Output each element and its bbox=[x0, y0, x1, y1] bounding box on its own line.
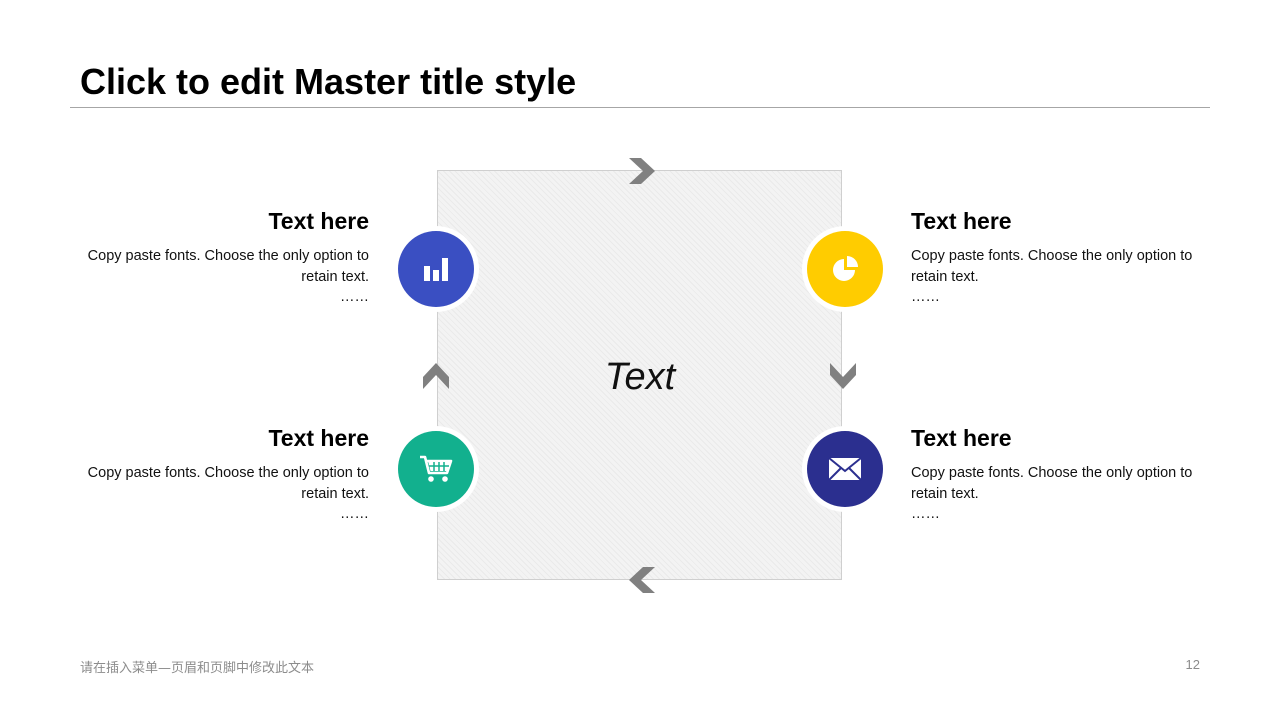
block-heading[interactable]: Text here bbox=[79, 207, 369, 235]
footer-text[interactable]: 请在插入菜单—页眉和页脚中修改此文本 bbox=[80, 657, 314, 676]
shopping-cart-badge bbox=[398, 431, 474, 507]
block-ellipsis: …… bbox=[340, 289, 369, 305]
text-block-top-right: Text here Copy paste fonts. Choose the o… bbox=[911, 207, 1201, 306]
center-text[interactable]: Text bbox=[540, 352, 740, 402]
arrow-right-icon bbox=[627, 156, 657, 186]
block-heading[interactable]: Text here bbox=[911, 424, 1201, 452]
block-ellipsis: …… bbox=[911, 289, 940, 305]
bar-chart-icon bbox=[422, 255, 450, 283]
pie-chart-badge bbox=[807, 231, 883, 307]
slide-title[interactable]: Click to edit Master title style bbox=[80, 58, 576, 106]
arrow-down-icon bbox=[828, 361, 858, 391]
block-heading[interactable]: Text here bbox=[79, 424, 369, 452]
shopping-cart-icon bbox=[419, 454, 453, 484]
block-ellipsis: …… bbox=[911, 506, 940, 522]
block-heading[interactable]: Text here bbox=[911, 207, 1201, 235]
envelope-badge bbox=[807, 431, 883, 507]
block-ellipsis: …… bbox=[340, 506, 369, 522]
title-divider bbox=[70, 107, 1210, 108]
envelope-icon bbox=[828, 457, 862, 481]
text-block-top-left: Text here Copy paste fonts. Choose the o… bbox=[79, 207, 369, 306]
page-number[interactable]: 12 bbox=[1172, 657, 1200, 672]
block-body[interactable]: Copy paste fonts. Choose the only option… bbox=[911, 463, 1201, 505]
bar-chart-badge bbox=[398, 231, 474, 307]
text-block-bottom-right: Text here Copy paste fonts. Choose the o… bbox=[911, 424, 1201, 523]
block-body[interactable]: Copy paste fonts. Choose the only option… bbox=[79, 463, 369, 505]
pie-chart-icon bbox=[830, 254, 860, 284]
block-body[interactable]: Copy paste fonts. Choose the only option… bbox=[79, 246, 369, 288]
text-block-bottom-left: Text here Copy paste fonts. Choose the o… bbox=[79, 424, 369, 523]
arrow-left-icon bbox=[627, 565, 657, 595]
arrow-up-icon bbox=[421, 361, 451, 391]
block-body[interactable]: Copy paste fonts. Choose the only option… bbox=[911, 246, 1201, 288]
